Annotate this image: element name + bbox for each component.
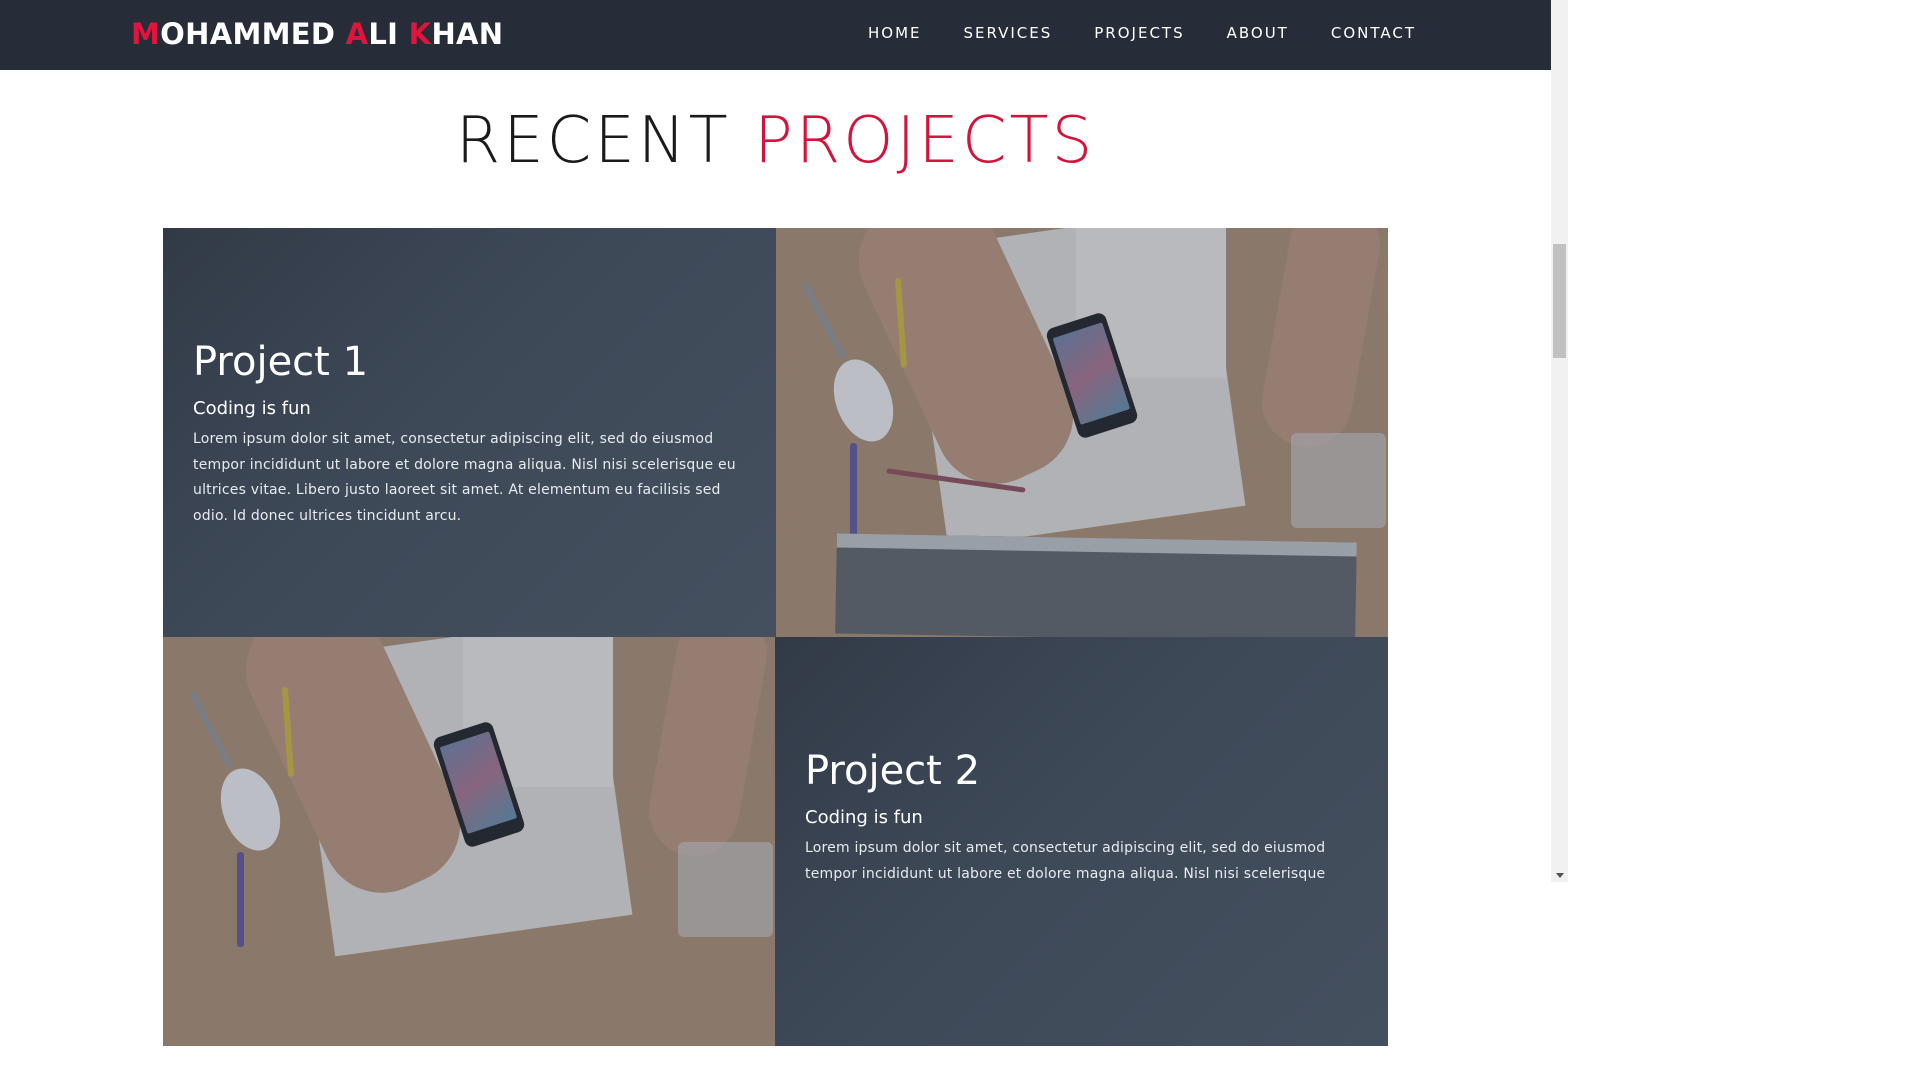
navbar: MOHAMMED ALI KHAN HOME SERVICES PROJECTS…: [0, 0, 1551, 70]
project-row-1: Project 1 Coding is fun Lorem ipsum dolo…: [163, 228, 1388, 637]
project-row-2: Project 2 Coding is fun Lorem ipsum dolo…: [163, 637, 1388, 1046]
project-title: Project 1: [193, 339, 369, 385]
project-description: Lorem ipsum dolor sit amet, consectetur …: [193, 431, 736, 524]
section-title: RECENT PROJECTS: [0, 104, 1551, 178]
nav-link-projects[interactable]: PROJECTS: [1094, 24, 1184, 42]
nav-menu: HOME SERVICES PROJECTS ABOUT CONTACT: [826, 24, 1416, 42]
brand-logo[interactable]: MOHAMMED ALI KHAN: [131, 17, 503, 51]
project-description: Lorem ipsum dolor sit amet, consectetur …: [805, 840, 1326, 882]
project-image-2: [163, 637, 775, 1046]
brand-text-3: HAN: [431, 17, 504, 51]
brand-text-2: LI: [368, 17, 409, 51]
scrollbar-thumb[interactable]: [1553, 244, 1566, 358]
scroll-down-arrow-icon[interactable]: [1556, 873, 1564, 878]
project-subtitle: Coding is fun: [805, 807, 923, 828]
nav-link-about[interactable]: ABOUT: [1227, 24, 1289, 42]
section-title-accent: PROJECTS: [754, 104, 1096, 178]
brand-letter-k: K: [408, 17, 432, 51]
nav-link-contact[interactable]: CONTACT: [1331, 24, 1416, 42]
project-title: Project 2: [805, 748, 981, 794]
project-card-2: Project 2 Coding is fun Lorem ipsum dolo…: [775, 637, 1388, 1046]
nav-link-services[interactable]: SERVICES: [964, 24, 1053, 42]
project-subtitle: Coding is fun: [193, 398, 311, 419]
projects-grid: Project 1 Coding is fun Lorem ipsum dolo…: [163, 228, 1388, 1046]
nav-link-home[interactable]: HOME: [868, 24, 922, 42]
page-scrollbar[interactable]: [1551, 0, 1568, 882]
project-card-1: Project 1 Coding is fun Lorem ipsum dolo…: [163, 228, 776, 637]
section-title-plain: RECENT: [455, 104, 731, 178]
project-image-1: [776, 228, 1388, 637]
brand-letter-m: M: [131, 17, 161, 51]
brand-letter-a: A: [345, 17, 369, 51]
brand-text-1: OHAMMED: [160, 17, 346, 51]
